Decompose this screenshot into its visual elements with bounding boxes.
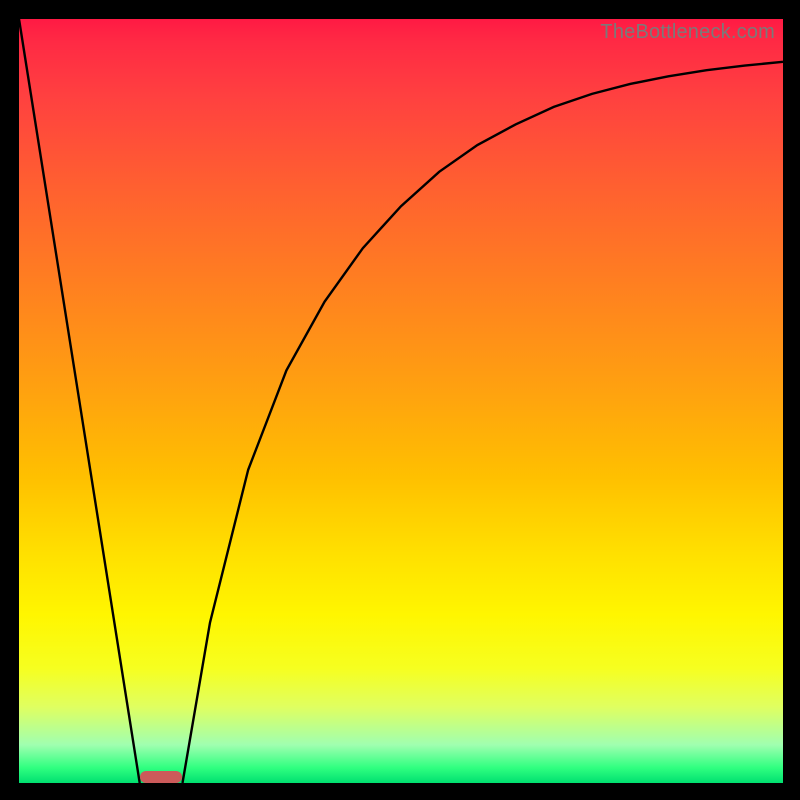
curve-layer [19, 19, 783, 783]
right-curve [183, 62, 784, 783]
chart-container: TheBottleneck.com [0, 0, 800, 800]
watermark-text: TheBottleneck.com [600, 21, 775, 44]
optimal-marker [140, 771, 183, 783]
left-line [19, 19, 140, 783]
plot-area: TheBottleneck.com [19, 19, 783, 783]
